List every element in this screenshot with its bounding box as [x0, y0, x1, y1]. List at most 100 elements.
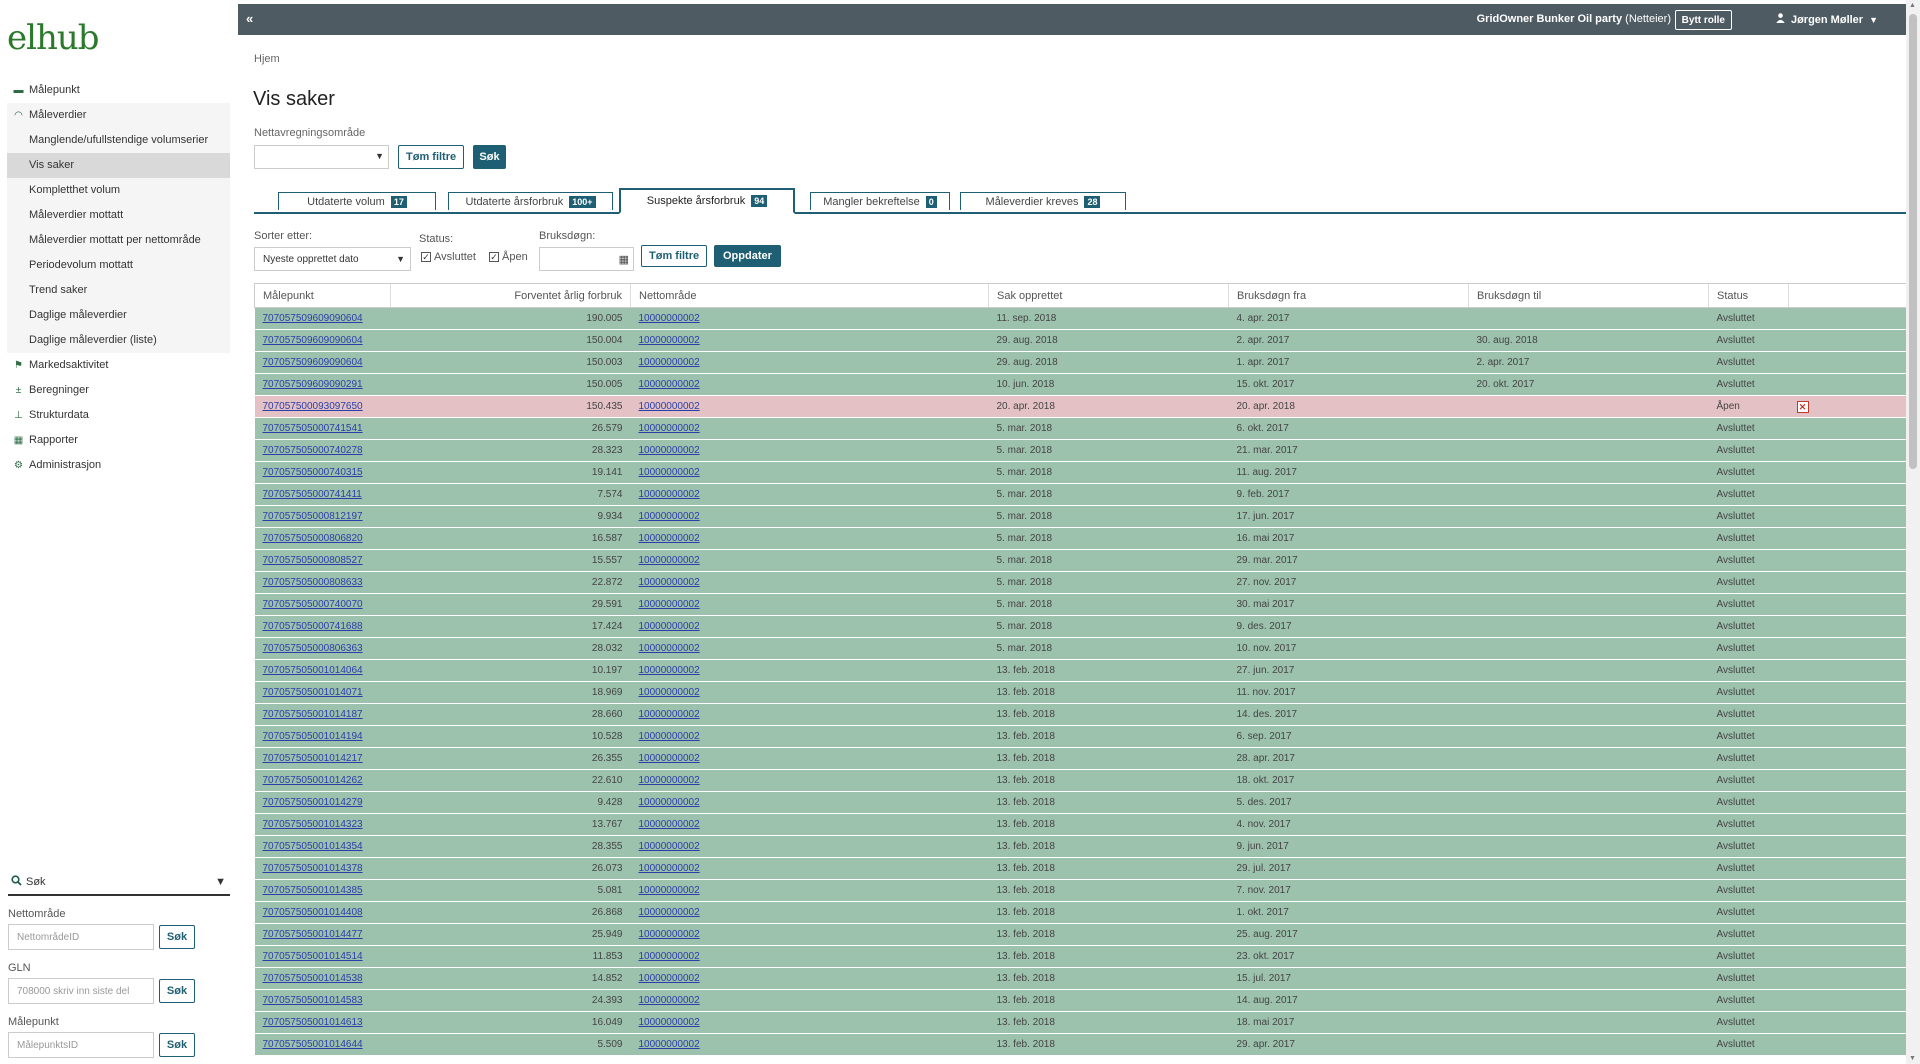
sidebar-item-daglige-måleverdier-liste-[interactable]: Daglige måleverdier (liste)	[7, 328, 230, 353]
table-row[interactable]: 707057505001014378 26.073 10000000002 13. f…	[254, 857, 1906, 880]
grid-area-link[interactable]: 10000000002	[639, 797, 700, 808]
sidebar-item-trend-saker[interactable]: Trend saker	[7, 278, 230, 303]
table-row[interactable]: 707057505001014279 9.428 10000000002 13. fe…	[254, 791, 1906, 814]
grid-area-link[interactable]: 10000000002	[639, 643, 700, 654]
scrollbar-thumb[interactable]	[1909, 14, 1917, 469]
metering-point-link[interactable]: 707057505001014613	[263, 1017, 363, 1028]
switch-role-button[interactable]: Bytt rolle	[1674, 10, 1732, 30]
column-header[interactable]: Målepunkt	[254, 283, 391, 308]
metering-point-link[interactable]: 707057505000740315	[263, 467, 363, 478]
search-field-button[interactable]: Søk	[159, 1033, 195, 1057]
grid-area-link[interactable]: 10000000002	[639, 1017, 700, 1028]
table-row[interactable]: 707057505001014217 26.355 10000000002 13. f…	[254, 747, 1906, 770]
elhub-logo[interactable]: elhub	[7, 18, 100, 58]
metering-point-link[interactable]: 707057505000808633	[263, 577, 363, 588]
table-row[interactable]: 707057509609090291 150.005 10000000002 10. …	[254, 373, 1906, 396]
grid-area-link[interactable]: 10000000002	[639, 995, 700, 1006]
area-select[interactable]: ▼	[254, 145, 389, 169]
search-field-button[interactable]: Søk	[159, 925, 195, 949]
table-row[interactable]: 707057505001014071 18.969 10000000002 13. f…	[254, 681, 1906, 704]
grid-area-link[interactable]: 10000000002	[639, 709, 700, 720]
sidebar-item-måleverdier[interactable]: ◠ Måleverdier	[7, 103, 230, 128]
update-button[interactable]: Oppdater	[714, 245, 781, 267]
metering-point-link[interactable]: 707057505001014187	[263, 709, 363, 720]
grid-area-link[interactable]: 10000000002	[639, 929, 700, 940]
grid-area-link[interactable]: 10000000002	[639, 467, 700, 478]
table-row[interactable]: 707057500093097650 150.435 10000000002 20. …	[254, 395, 1906, 418]
grid-area-link[interactable]: 10000000002	[639, 687, 700, 698]
search-field-button[interactable]: Søk	[159, 979, 195, 1003]
scroll-down-arrow-icon[interactable]: ▼	[1909, 1055, 1916, 1062]
table-row[interactable]: 707057505001014538 14.852 10000000002 13. f…	[254, 967, 1906, 990]
sort-select[interactable]: Nyeste opprettet dato ▼	[254, 247, 411, 271]
metering-point-link[interactable]: 707057505000741411	[263, 489, 362, 500]
metering-point-link[interactable]: 707057505001014217	[263, 753, 363, 764]
sidebar-item-rapporter[interactable]: ▦ Rapporter	[7, 428, 230, 453]
close-case-icon[interactable]: ✕	[1796, 400, 1809, 413]
table-row[interactable]: 707057509609090604 190.005 10000000002 11. …	[254, 307, 1906, 330]
grid-area-link[interactable]: 10000000002	[639, 577, 700, 588]
grid-area-link[interactable]: 10000000002	[639, 885, 700, 896]
metering-point-link[interactable]: 707057509609090604	[263, 357, 363, 368]
grid-area-link[interactable]: 10000000002	[639, 533, 700, 544]
sidebar-item-kompletthet-volum[interactable]: Kompletthet volum	[7, 178, 230, 203]
search-field-input[interactable]	[8, 924, 154, 950]
table-row[interactable]: 707057505001014385 5.081 10000000002 13. fe…	[254, 879, 1906, 902]
column-header[interactable]: Status	[1708, 283, 1789, 308]
grid-area-link[interactable]: 10000000002	[639, 819, 700, 830]
table-row[interactable]: 707057509609090604 150.003 10000000002 29. …	[254, 351, 1906, 374]
table-row[interactable]: 707057505001014187 28.660 10000000002 13. f…	[254, 703, 1906, 726]
sidebar-item-manglende-ufullstendige-volumserier[interactable]: Manglende/ufullstendige volumserier	[7, 128, 230, 153]
table-row[interactable]: 707057505001014644 5.509 10000000002 13. fe…	[254, 1033, 1906, 1056]
table-row[interactable]: 707057509609090604 150.004 10000000002 29. …	[254, 329, 1906, 352]
metering-point-link[interactable]: 707057505000812197	[263, 511, 363, 522]
grid-area-link[interactable]: 10000000002	[639, 313, 700, 324]
metering-point-link[interactable]: 707057505001014262	[263, 775, 363, 786]
column-header[interactable]: Sak opprettet	[988, 283, 1229, 308]
metering-point-link[interactable]: 707057505000806820	[263, 533, 363, 544]
tab-utdaterte-årsforbruk[interactable]: Utdaterte årsforbruk 100+	[448, 192, 613, 210]
scroll-up-arrow-icon[interactable]: ▲	[1909, 2, 1916, 9]
table-row[interactable]: 707057505000808527 15.557 10000000002 5. ma…	[254, 549, 1906, 572]
grid-area-link[interactable]: 10000000002	[639, 973, 700, 984]
table-row[interactable]: 707057505001014583 24.393 10000000002 13. f…	[254, 989, 1906, 1012]
tab-mangler-bekreftelse[interactable]: Mangler bekreftelse 0	[810, 192, 950, 210]
column-header[interactable]: Nettområde	[630, 283, 989, 308]
grid-area-link[interactable]: 10000000002	[639, 951, 700, 962]
metering-point-link[interactable]: 707057505000808527	[263, 555, 363, 566]
table-row[interactable]: 707057505001014064 10.197 10000000002 13. f…	[254, 659, 1906, 682]
metering-point-link[interactable]: 707057505001014644	[263, 1039, 363, 1050]
status-open-checkbox[interactable]: ✓ Åpen	[489, 251, 528, 263]
table-row[interactable]: 707057505001014262 22.610 10000000002 13. f…	[254, 769, 1906, 792]
table-row[interactable]: 707057505001014323 13.767 10000000002 13. f…	[254, 813, 1906, 836]
column-header[interactable]: Bruksdøgn til	[1468, 283, 1709, 308]
table-row[interactable]: 707057505000806820 16.587 10000000002 5. ma…	[254, 527, 1906, 550]
grid-area-link[interactable]: 10000000002	[639, 489, 700, 500]
grid-area-link[interactable]: 10000000002	[639, 335, 700, 346]
grid-area-link[interactable]: 10000000002	[639, 555, 700, 566]
calendar-icon[interactable]: ▦	[619, 253, 629, 266]
metering-point-link[interactable]: 707057505001014583	[263, 995, 363, 1006]
sidebar-item-beregninger[interactable]: ± Beregninger	[7, 378, 230, 403]
sidebar-item-daglige-måleverdier[interactable]: Daglige måleverdier	[7, 303, 230, 328]
clear-area-filter-button[interactable]: Tøm filtre	[398, 145, 465, 169]
table-row[interactable]: 707057505001014354 28.355 10000000002 13. f…	[254, 835, 1906, 858]
metering-point-link[interactable]: 707057509609090291	[263, 379, 363, 390]
grid-area-link[interactable]: 10000000002	[639, 423, 700, 434]
grid-area-link[interactable]: 10000000002	[639, 357, 700, 368]
grid-area-link[interactable]: 10000000002	[639, 753, 700, 764]
sidebar-item-markedsaktivitet[interactable]: ⚑ Markedsaktivitet	[7, 353, 230, 378]
sidebar-item-strukturdata[interactable]: ⊥ Strukturdata	[7, 403, 230, 428]
table-row[interactable]: 707057505000741541 26.579 10000000002 5. ma…	[254, 417, 1906, 440]
status-closed-checkbox[interactable]: ✓ Avsluttet	[421, 251, 476, 263]
metering-point-link[interactable]: 707057505001014538	[263, 973, 363, 984]
column-header[interactable]: Bruksdøgn fra	[1228, 283, 1469, 308]
table-row[interactable]: 707057505000740315 19.141 10000000002 5. ma…	[254, 461, 1906, 484]
grid-area-link[interactable]: 10000000002	[639, 665, 700, 676]
sidebar-item-vis-saker[interactable]: Vis saker	[7, 153, 230, 178]
metering-point-link[interactable]: 707057505000741541	[263, 423, 363, 434]
tab-måleverdier-kreves[interactable]: Måleverdier kreves 28	[960, 192, 1126, 210]
column-header[interactable]: Forventet årlig forbruk	[390, 283, 631, 308]
metering-point-link[interactable]: 707057505000740070	[263, 599, 363, 610]
grid-area-link[interactable]: 10000000002	[639, 907, 700, 918]
